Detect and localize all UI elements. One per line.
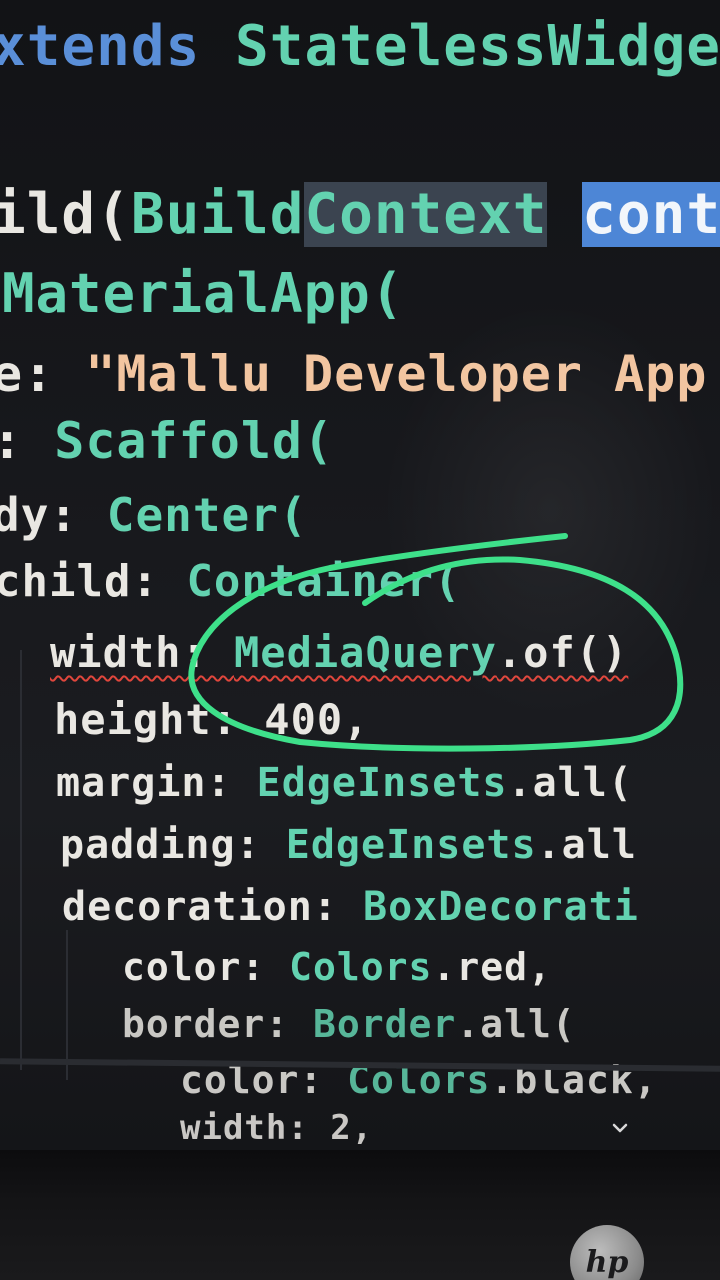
- code-token: child:: [0, 556, 187, 607]
- code-token: e:: [0, 345, 86, 403]
- code-token: padding:: [60, 822, 286, 868]
- chevron-down-icon[interactable]: [610, 1118, 630, 1138]
- code-line[interactable]: ild(BuildContext conte: [0, 182, 720, 247]
- code-line[interactable]: : Scaffold(: [0, 412, 334, 470]
- code-token: EdgeInsets: [285, 822, 537, 868]
- code-token: 2: [330, 1108, 352, 1148]
- code-token: Center(: [106, 488, 308, 542]
- code-token: Colors: [289, 945, 433, 989]
- code-token: xtends: [0, 14, 236, 79]
- code-token: conte: [582, 182, 720, 247]
- code-line[interactable]: dy: Center(: [0, 488, 308, 542]
- code-token: dy:: [0, 488, 107, 542]
- code-token: .all(: [456, 1002, 576, 1046]
- code-token: .all: [536, 822, 637, 868]
- code-line[interactable]: width: 2,: [180, 1108, 373, 1148]
- code-line[interactable]: margin: EdgeInsets.all(: [56, 760, 633, 806]
- code-token: MaterialApp(: [2, 262, 405, 325]
- code-token: Container(: [186, 556, 462, 607]
- code-line[interactable]: MaterialApp(: [2, 262, 404, 325]
- code-token: Border: [313, 1002, 457, 1046]
- code-token: ild(: [0, 182, 131, 247]
- code-line[interactable]: xtends StatelessWidge: [0, 14, 720, 79]
- code-token: .all(: [507, 760, 633, 806]
- code-token: "Mallu Developer App: [85, 345, 708, 403]
- photo-of-monitor: xtends StatelessWidge ild(BuildContext co…: [0, 0, 720, 1280]
- code-line[interactable]: color: Colors.red,: [122, 945, 552, 989]
- code-token: EdgeInsets: [256, 760, 508, 806]
- code-token: Scaffold(: [54, 412, 335, 470]
- code-token: border:: [122, 1002, 314, 1046]
- code-line[interactable]: width: MediaQuery.of(): [50, 628, 628, 677]
- code-token: ,: [343, 695, 370, 744]
- indent-guide: [66, 930, 68, 1080]
- indent-guide: [20, 650, 22, 1070]
- code-token: height:: [54, 695, 265, 744]
- code-token: width:: [50, 628, 235, 677]
- code-token: Build: [130, 182, 305, 247]
- code-token: 400: [264, 695, 344, 744]
- code-token: :: [0, 412, 54, 470]
- code-line[interactable]: padding: EdgeInsets.all: [60, 822, 637, 868]
- code-line[interactable]: decoration: BoxDecorati: [62, 884, 639, 930]
- code-line[interactable]: border: Border.all(: [122, 1002, 576, 1046]
- code-line[interactable]: height: 400,: [54, 695, 369, 744]
- code-token: .of(): [496, 628, 629, 677]
- code-editor[interactable]: xtends StatelessWidge ild(BuildContext co…: [0, 0, 720, 1150]
- code-token: MediaQuery: [234, 628, 497, 677]
- code-token: StatelessWidge: [235, 14, 720, 79]
- code-token: ,: [351, 1108, 374, 1148]
- code-token: margin:: [56, 760, 257, 806]
- code-token: .red,: [432, 945, 552, 989]
- code-token: color:: [122, 945, 290, 989]
- code-token: BoxDecorati: [362, 884, 639, 930]
- code-token: decoration:: [62, 884, 363, 930]
- code-token: Context: [304, 182, 548, 247]
- code-token: width:: [180, 1108, 331, 1148]
- code-line[interactable]: child: Container(: [0, 556, 461, 607]
- code-line[interactable]: e: "Mallu Developer App: [0, 345, 707, 403]
